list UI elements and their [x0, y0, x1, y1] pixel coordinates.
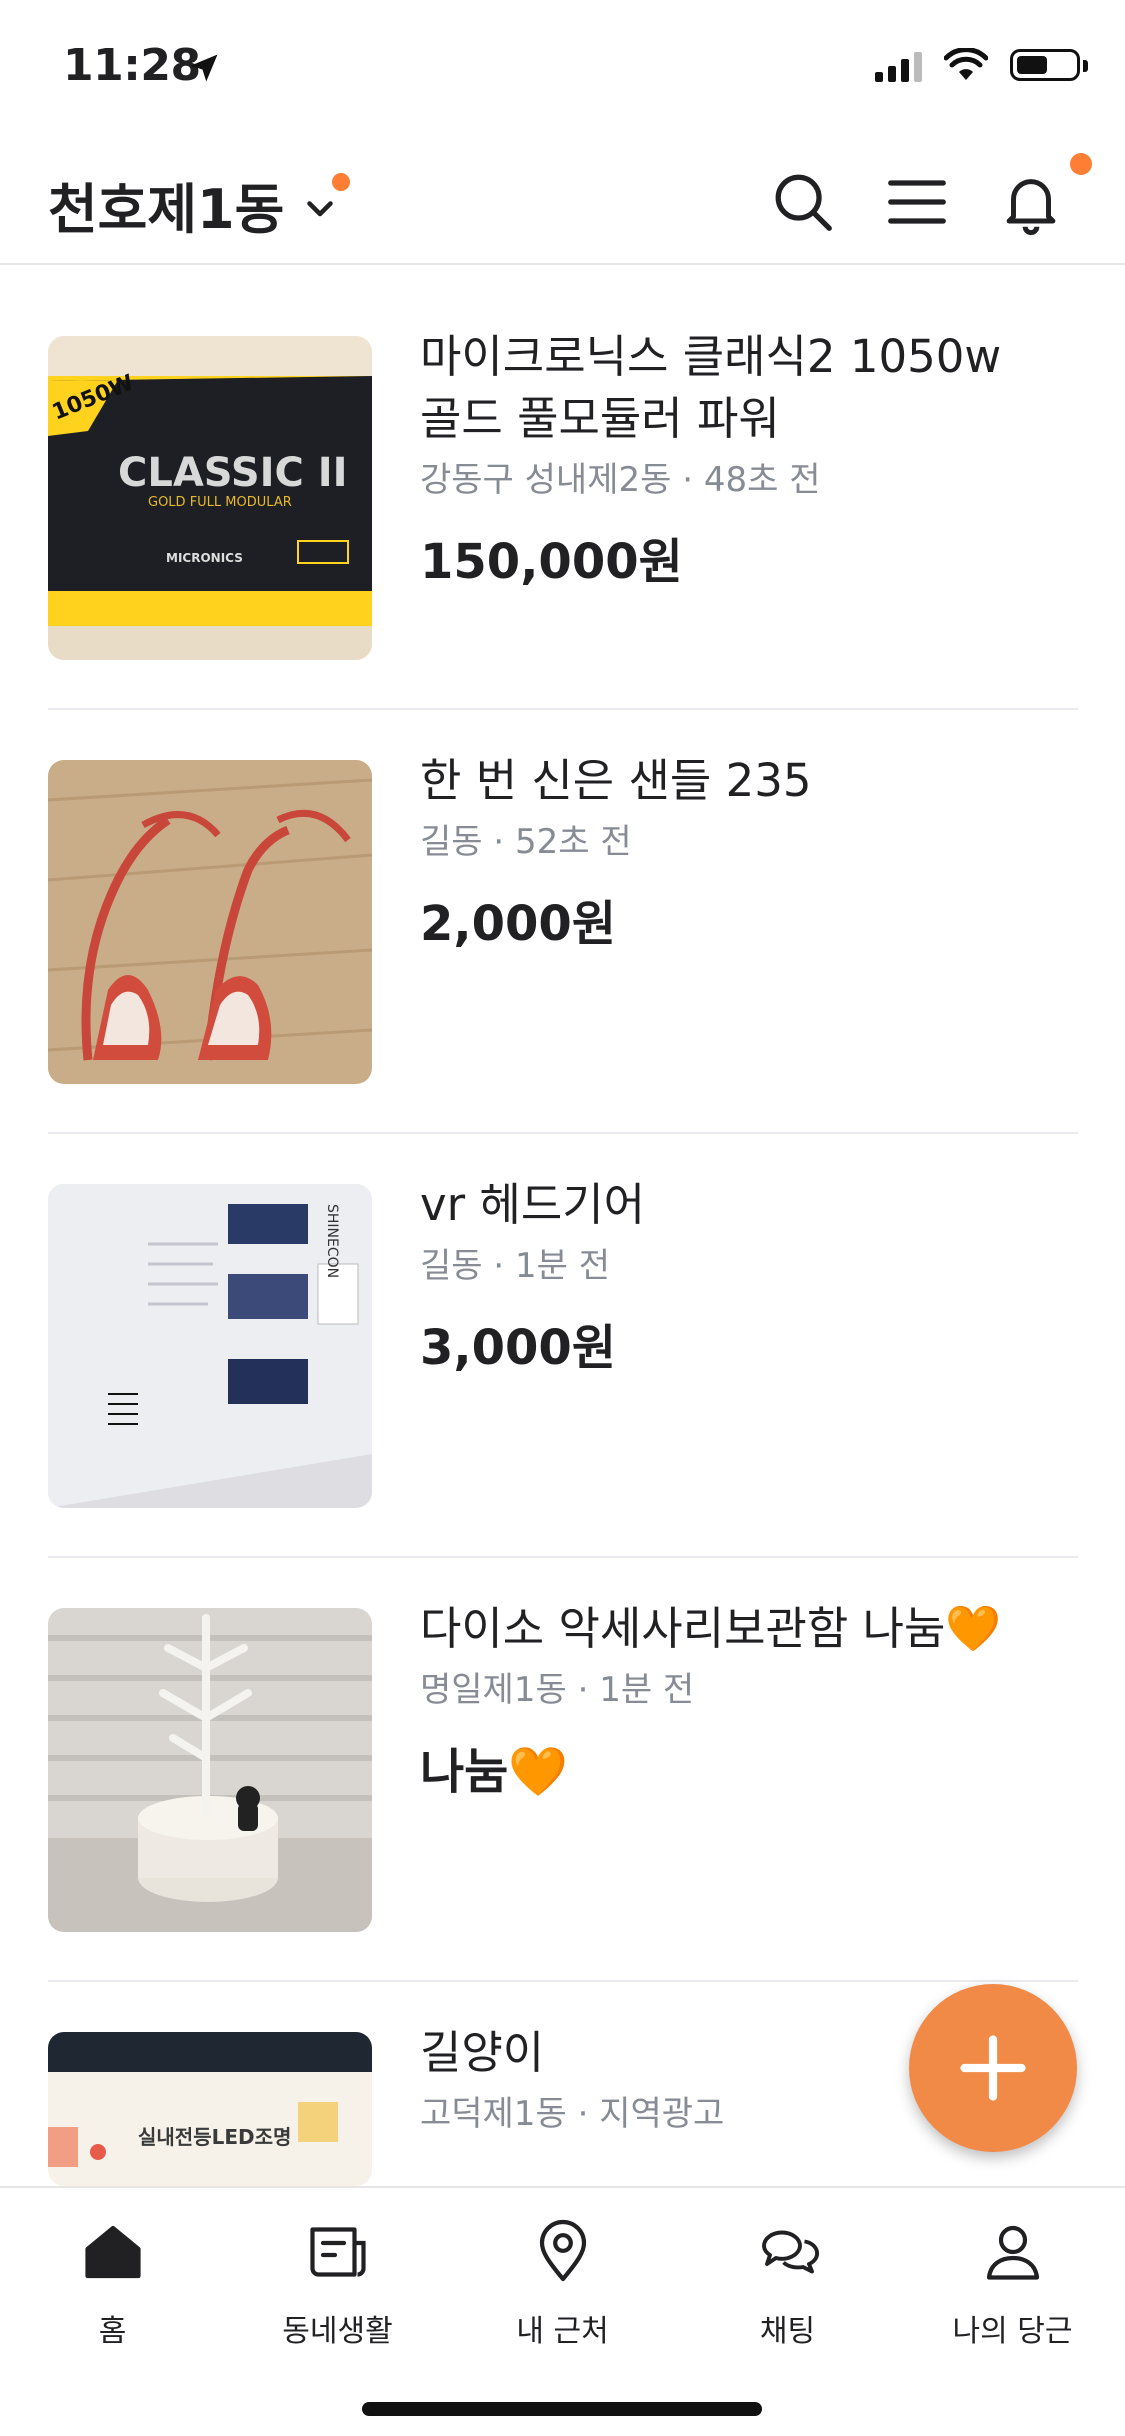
item-location: 길동 [420, 822, 483, 862]
item-meta: 길동 · 1분 전 [420, 1246, 610, 1286]
home-indicator [362, 2402, 762, 2416]
item-location: 고덕제1동 [420, 2094, 567, 2134]
bell-icon[interactable] [996, 167, 1066, 237]
nav-label: 동네생활 [282, 2314, 393, 2349]
add-post-button[interactable] [909, 1984, 1077, 2152]
item-title: 한 번 신은 샌들 235 [420, 754, 812, 807]
item-time: 1분 전 [599, 1670, 695, 1710]
status-time: 11:28 [63, 40, 201, 91]
list-item[interactable]: 다이소 악세사리보관함 나눔🧡 명일제1동 · 1분 전 나눔🧡 [48, 1558, 1078, 1982]
item-time: 48초 전 [703, 460, 821, 500]
app-header: 천호제1동 [0, 135, 1125, 265]
list-item[interactable]: 한 번 신은 샌들 235 길동 · 52초 전 2,000원 [48, 710, 1078, 1134]
item-thumbnail [48, 760, 372, 1084]
location-notification-dot [332, 173, 350, 191]
psu-subtitle: GOLD FULL MODULAR [148, 495, 292, 510]
item-location: 길동 [420, 1246, 483, 1286]
item-ad-label: 지역광고 [599, 2094, 725, 2134]
nav-label: 홈 [98, 2314, 127, 2349]
location-selector[interactable]: 천호제1동 [48, 165, 338, 244]
chevron-down-icon [307, 200, 334, 216]
nav-nearby[interactable]: 내 근처 [450, 2216, 675, 2350]
item-price: 나눔🧡 [420, 1744, 569, 1800]
psu-maker: MICRONICS [166, 551, 243, 565]
status-bar: 11:28 [0, 0, 1125, 135]
plus-icon [960, 2035, 1026, 2101]
item-thumbnail: SHINECON [48, 1184, 372, 1508]
nav-chat[interactable]: 채팅 [675, 2216, 900, 2350]
menu-icon[interactable] [882, 167, 952, 237]
psu-brand: CLASSIC II [118, 450, 348, 496]
item-price: 150,000원 [420, 534, 683, 590]
list-item[interactable]: SHINECON vr 헤드기어 길동 · 1분 전 3,000원 [48, 1134, 1078, 1558]
item-meta: 명일제1동 · 1분 전 [420, 1670, 695, 1710]
item-price: 3,000원 [420, 1320, 616, 1376]
newspaper-icon [309, 2227, 366, 2277]
item-info: 다이소 악세사리보관함 나눔🧡 명일제1동 · 1분 전 나눔🧡 [420, 1598, 1080, 1802]
location-arrow-icon [190, 54, 218, 82]
location-name: 천호제1동 [48, 178, 285, 241]
notification-dot [1070, 153, 1092, 175]
item-thumbnail: 실내전등LED조명 [48, 2032, 372, 2186]
item-location: 명일제1동 [420, 1670, 567, 1710]
item-info: 마이크로닉스 클래식2 1050w 골드 풀모듈러 파워 강동구 성내제2동 ·… [420, 326, 1080, 592]
person-icon [986, 2225, 1039, 2280]
item-thumbnail [48, 1608, 372, 1932]
nav-label: 나의 당근 [952, 2314, 1073, 2349]
location-pin-icon [539, 2219, 586, 2282]
item-info: vr 헤드기어 길동 · 1분 전 3,000원 [420, 1174, 1080, 1378]
item-time: 52초 전 [515, 822, 632, 862]
item-price: 2,000원 [420, 896, 616, 952]
nav-community[interactable]: 동네생활 [225, 2216, 450, 2350]
item-info: 한 번 신은 샌들 235 길동 · 52초 전 2,000원 [420, 750, 1080, 954]
nav-label: 채팅 [759, 2314, 816, 2349]
vr-brand: SHINECON [324, 1204, 340, 1278]
chat-icon [761, 2230, 819, 2274]
item-thumbnail: 1050W CLASSIC II GOLD FULL MODULAR MICRO… [48, 336, 372, 660]
nav-my-carrot[interactable]: 나의 당근 [900, 2216, 1125, 2350]
search-icon[interactable] [768, 167, 838, 237]
item-location: 강동구 성내제2동 [420, 460, 672, 500]
ad-text: 실내전등LED조명 [138, 2125, 291, 2149]
status-icons [875, 48, 1088, 82]
item-meta: 강동구 성내제2동 · 48초 전 [420, 460, 821, 500]
item-title: 마이크로닉스 클래식2 1050w 골드 풀모듈러 파워 [420, 330, 1002, 445]
item-time: 1분 전 [515, 1246, 610, 1286]
list-item[interactable]: 1050W CLASSIC II GOLD FULL MODULAR MICRO… [48, 286, 1078, 710]
cellular-signal-icon [875, 48, 922, 82]
item-meta: 길동 · 52초 전 [420, 822, 632, 862]
item-title: 다이소 악세사리보관함 나눔🧡 [420, 1602, 1002, 1655]
nav-home[interactable]: 홈 [0, 2216, 225, 2350]
battery-icon [1010, 49, 1088, 81]
nav-label: 내 근처 [516, 2314, 609, 2349]
item-title: vr 헤드기어 [420, 1178, 646, 1231]
home-icon [84, 2225, 141, 2279]
bottom-nav: 홈 동네생활 내 근처 채팅 나의 당근 [0, 2186, 1125, 2436]
wifi-icon [944, 48, 988, 80]
